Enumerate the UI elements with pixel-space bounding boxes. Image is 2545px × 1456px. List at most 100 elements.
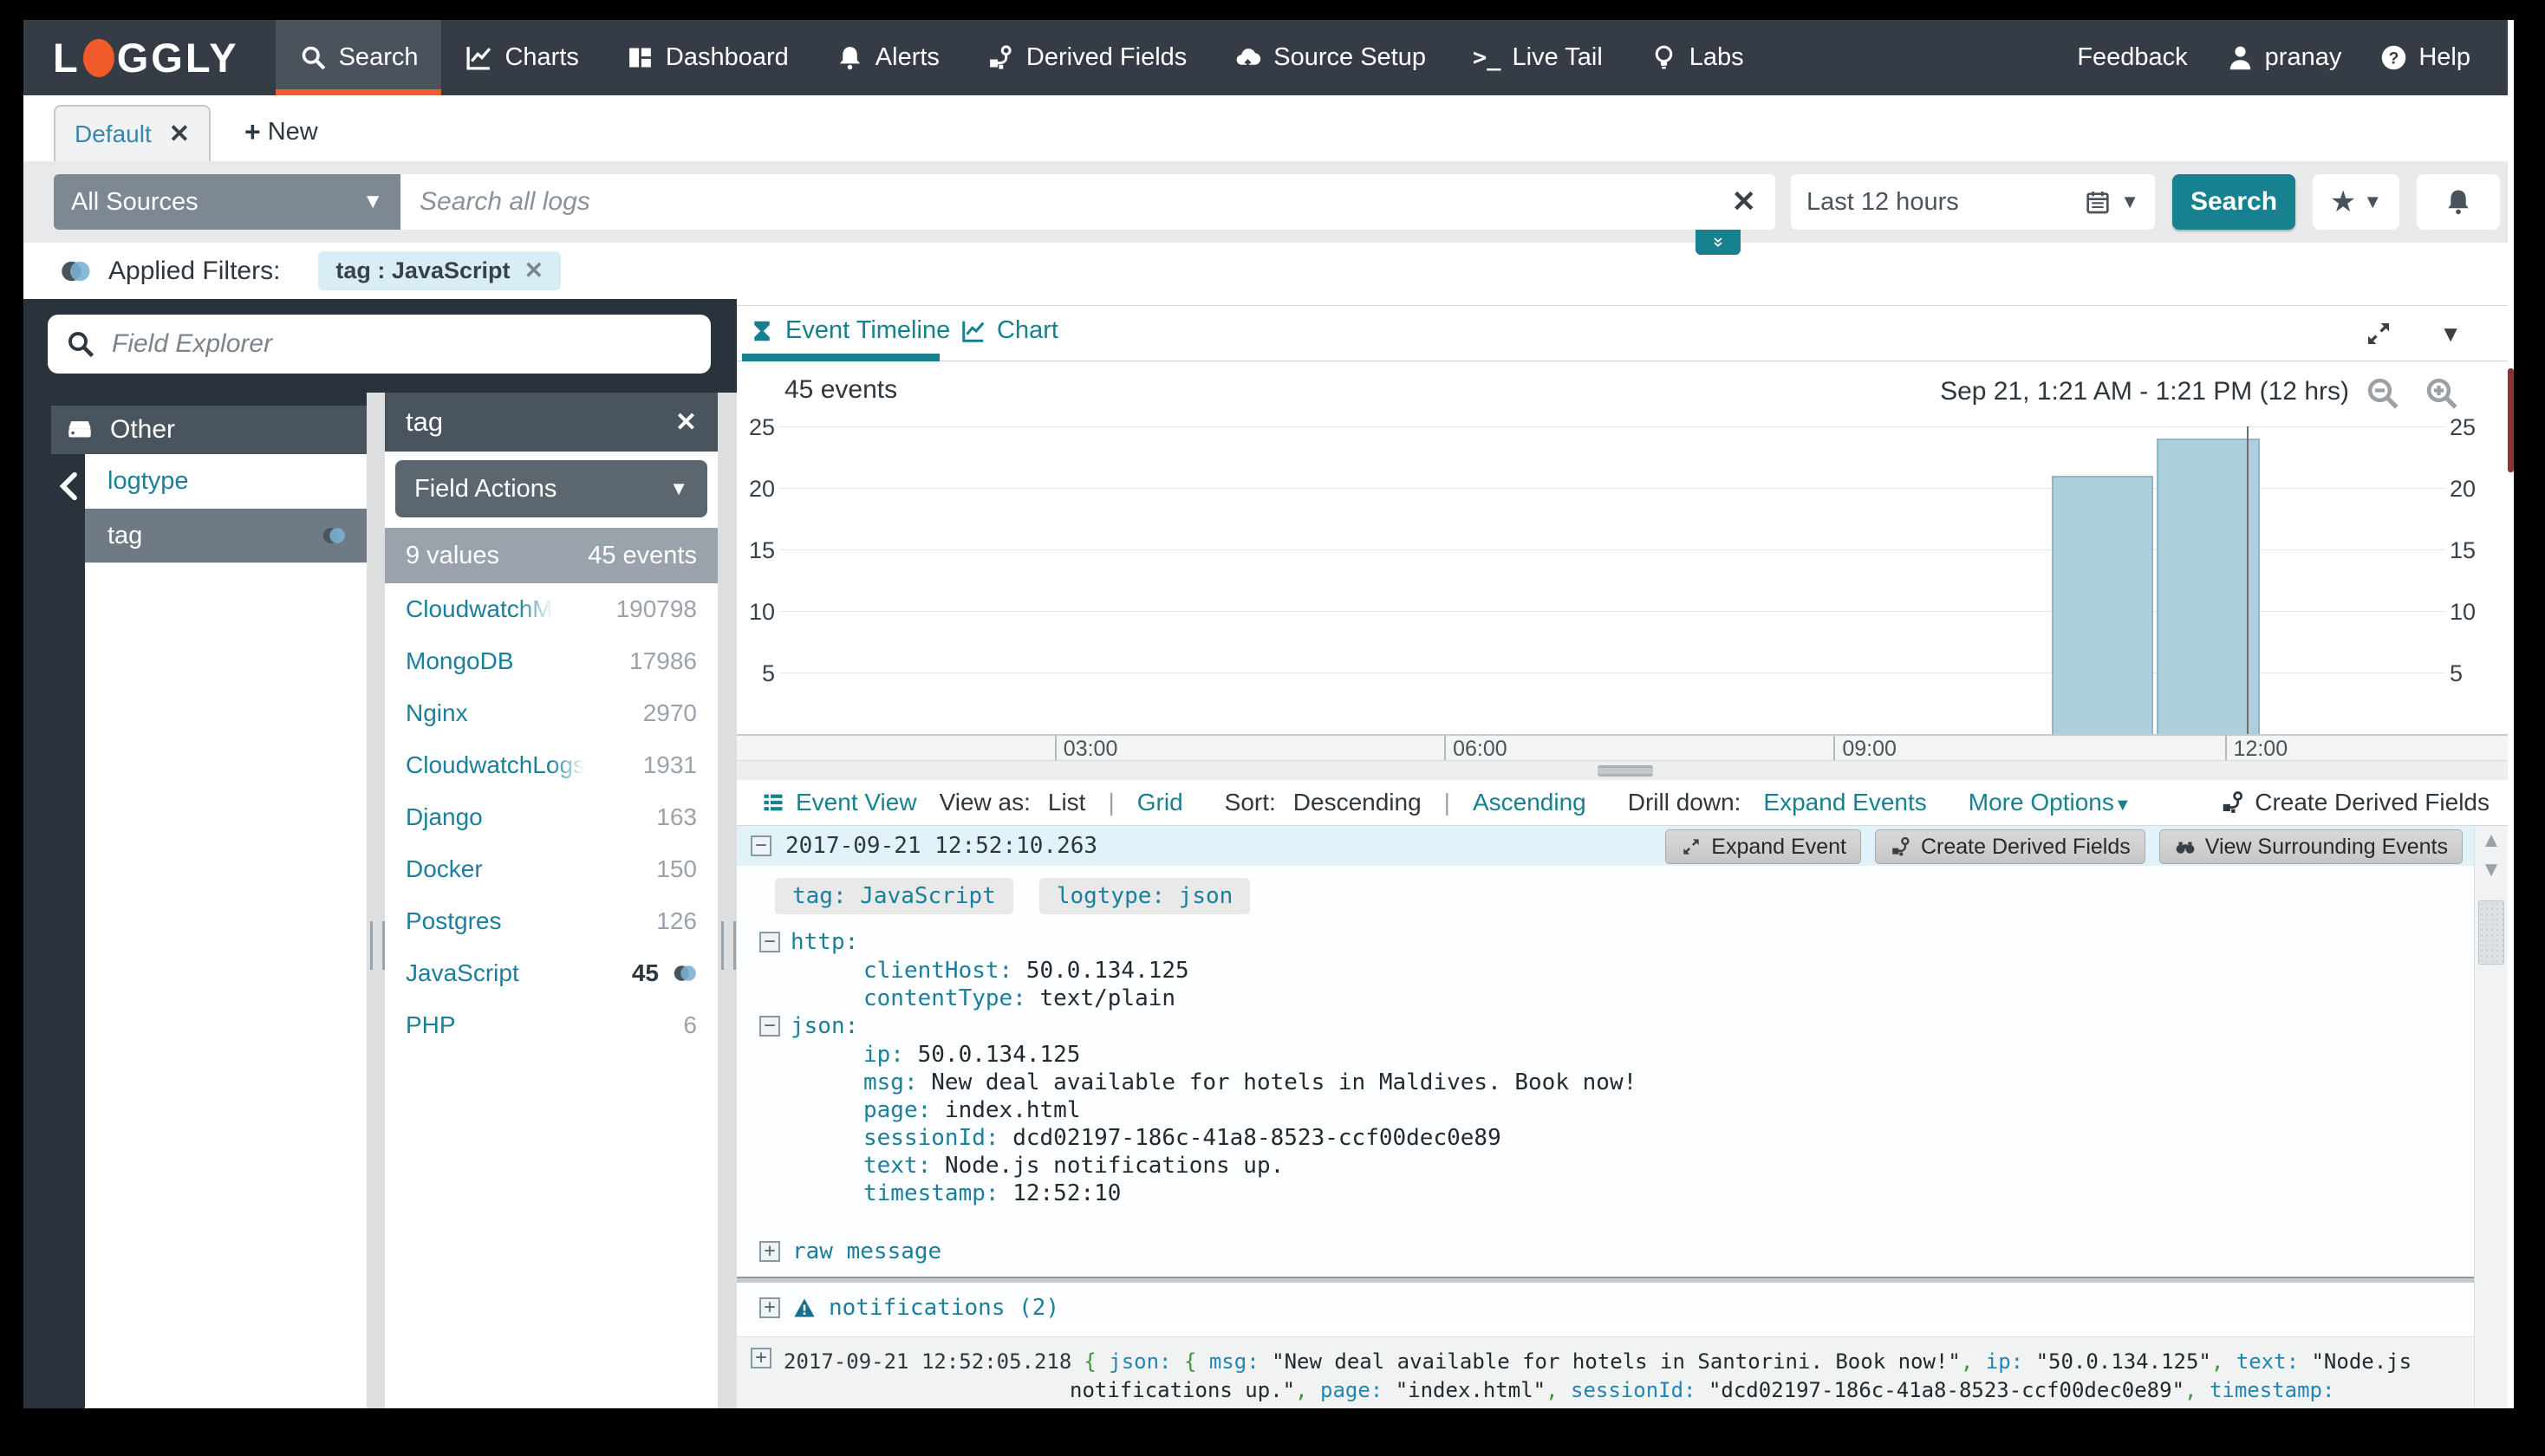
- new-tab-button[interactable]: + New: [244, 116, 318, 148]
- tab-chart[interactable]: Chart: [960, 316, 1058, 345]
- value-row-php[interactable]: PHP 6: [385, 999, 718, 1051]
- page-scrollbar-thumb[interactable]: [2508, 368, 2514, 472]
- search-button[interactable]: Search: [2172, 174, 2295, 230]
- nav-item-derived-fields[interactable]: Derived Fields: [963, 20, 1210, 95]
- value-row-mongodb[interactable]: MongoDB 17986: [385, 635, 718, 687]
- sort-ascending[interactable]: Ascending: [1473, 789, 1586, 816]
- panel-resize-handle[interactable]: [367, 393, 385, 1408]
- nav-item-pranay[interactable]: pranay: [2226, 43, 2341, 72]
- nav-item-label: Search: [338, 43, 419, 71]
- expand-event-button[interactable]: Expand Event: [1665, 829, 1861, 864]
- scrollbar-thumb[interactable]: [2478, 900, 2504, 965]
- event-list-scrollbar[interactable]: ▲ ▼: [2474, 826, 2508, 1408]
- event-tag-pill-logtype[interactable]: logtype: json: [1038, 878, 1251, 914]
- expand-events-link[interactable]: Expand Events: [1763, 789, 1926, 816]
- applied-filters-row: Applied Filters: tag : JavaScript ✕: [23, 243, 2514, 299]
- expand-panel-icon[interactable]: [2363, 318, 2394, 349]
- filter-venn-icon: [60, 256, 91, 287]
- collapse-panel-button[interactable]: [53, 469, 88, 504]
- value-row-javascript[interactable]: JavaScript 45: [385, 947, 718, 999]
- collapse-event-icon[interactable]: −: [751, 835, 771, 856]
- filter-venn-icon: [673, 961, 697, 985]
- nav-item-charts[interactable]: Charts: [441, 20, 602, 95]
- notifications-toggle[interactable]: + notifications (2): [759, 1295, 2475, 1321]
- chart-resize-strip[interactable]: [737, 760, 2514, 780]
- sort-descending[interactable]: Descending: [1293, 789, 1422, 816]
- nav-item-search[interactable]: Search: [275, 20, 442, 95]
- value-row-docker[interactable]: Docker 150: [385, 843, 718, 895]
- value-row-cloudwatchlogs[interactable]: CloudwatchLogs 1931: [385, 739, 718, 791]
- tab-bar: Default ✕ + New: [23, 95, 2514, 161]
- loggly-logo[interactable]: L GGLY: [23, 20, 276, 95]
- alerts-icon: [836, 43, 864, 72]
- event-row-header[interactable]: − 2017-09-21 12:52:10.263 Expand Event Cr…: [737, 826, 2475, 866]
- field-group-other[interactable]: Other: [51, 406, 368, 454]
- expand-search-options-button[interactable]: [1696, 230, 1741, 255]
- clear-search-icon[interactable]: ✕: [1732, 187, 1757, 217]
- collapse-icon[interactable]: −: [759, 1016, 780, 1037]
- collapse-icon[interactable]: −: [759, 932, 780, 952]
- value-row-postgres[interactable]: Postgres 126: [385, 895, 718, 947]
- zoom-out-icon[interactable]: [2365, 375, 2401, 412]
- zoom-in-icon[interactable]: [2424, 375, 2460, 412]
- more-options-dropdown[interactable]: More Options▼: [1969, 789, 2132, 816]
- value-row-nginx[interactable]: Nginx 2970: [385, 687, 718, 739]
- tab-chart-label: Chart: [997, 316, 1058, 344]
- timeline-bar[interactable]: [2051, 475, 2153, 734]
- search-input[interactable]: [400, 174, 1775, 230]
- raw-message-toggle[interactable]: + raw message: [759, 1238, 2475, 1264]
- event-view-button[interactable]: Event View: [761, 789, 917, 816]
- new-tab-label: New: [267, 118, 318, 146]
- tab-event-timeline[interactable]: Event Timeline: [749, 316, 950, 345]
- nav-item-source-setup[interactable]: Source Setup: [1210, 20, 1449, 95]
- scroll-down-icon[interactable]: ▼: [2475, 855, 2508, 885]
- x-axis-label: 09:00: [1842, 737, 1897, 761]
- nav-item-help[interactable]: ? Help: [2379, 43, 2470, 72]
- tab-close-icon[interactable]: ✕: [169, 119, 190, 149]
- page-scrollbar[interactable]: [2508, 20, 2514, 1408]
- field-actions-dropdown[interactable]: Field Actions ▼: [395, 460, 707, 517]
- value-row-django[interactable]: Django 163: [385, 791, 718, 843]
- remove-filter-icon[interactable]: ✕: [524, 257, 544, 284]
- field-item-logtype[interactable]: logtype: [85, 454, 368, 509]
- view-as-list[interactable]: List: [1048, 789, 1086, 816]
- create-derived-fields-button[interactable]: Create Derived Fields: [1874, 829, 2145, 864]
- nav-item-feedback[interactable]: Feedback: [2077, 43, 2187, 72]
- values-count-label: 9 values: [406, 541, 500, 569]
- scroll-up-icon[interactable]: ▲: [2475, 826, 2508, 855]
- y-axis-label: 5: [2450, 660, 2464, 686]
- chevron-down-icon[interactable]: ▼: [2439, 321, 2462, 348]
- tab-event-timeline-label: Event Timeline: [785, 316, 951, 344]
- value-row-cloudwatchm[interactable]: CloudwatchM 190798: [385, 583, 718, 635]
- field-explorer-input[interactable]: [110, 328, 693, 360]
- sort-label: Sort:: [1224, 789, 1276, 816]
- event-field-msg: msg: New deal available for hotels in Ma…: [759, 1069, 2475, 1096]
- x-axis-label: 06:00: [1453, 737, 1507, 761]
- x-axis-tick: 12:00: [2224, 736, 2288, 761]
- filter-pill[interactable]: tag : JavaScript ✕: [318, 251, 562, 290]
- event-tag-pill-tag[interactable]: tag: JavaScript: [775, 878, 1013, 914]
- chart-plot: 5 5 10 10 15 15 20 20 25 25: [749, 414, 2476, 736]
- nav-item-labs[interactable]: Labs: [1626, 20, 1767, 95]
- expand-event-icon[interactable]: +: [751, 1348, 771, 1368]
- timeline-bar[interactable]: [2156, 439, 2260, 734]
- field-key: msg:: [863, 1069, 918, 1095]
- panel-resize-handle[interactable]: [718, 393, 737, 1408]
- expand-icon[interactable]: +: [759, 1241, 780, 1262]
- close-panel-icon[interactable]: ✕: [675, 407, 697, 438]
- field-value: 50.0.134.125: [1025, 958, 1189, 984]
- view-as-grid[interactable]: Grid: [1137, 789, 1183, 816]
- alerts-bell-button[interactable]: [2417, 174, 2500, 230]
- expand-icon[interactable]: +: [759, 1297, 780, 1318]
- view-surrounding-events-button[interactable]: View Surrounding Events: [2158, 829, 2463, 864]
- nav-item-live-tail[interactable]: >_ Live Tail: [1449, 20, 1626, 95]
- time-range-picker[interactable]: Last 12 hours ▼: [1791, 174, 2155, 230]
- nav-item-alerts[interactable]: Alerts: [812, 20, 963, 95]
- source-selector[interactable]: All Sources ▼: [54, 174, 400, 230]
- event-row-collapsed[interactable]: + 2017-09-21 12:52:05.218 { json: { msg:…: [737, 1336, 2475, 1408]
- create-derived-fields-button[interactable]: Create Derived Fields: [2220, 789, 2490, 816]
- nav-item-dashboard[interactable]: Dashboard: [602, 20, 812, 95]
- saved-searches-button[interactable]: ★ ▼: [2313, 174, 2399, 230]
- field-item-tag[interactable]: tag: [85, 509, 368, 563]
- tab-default[interactable]: Default ✕: [54, 105, 212, 161]
